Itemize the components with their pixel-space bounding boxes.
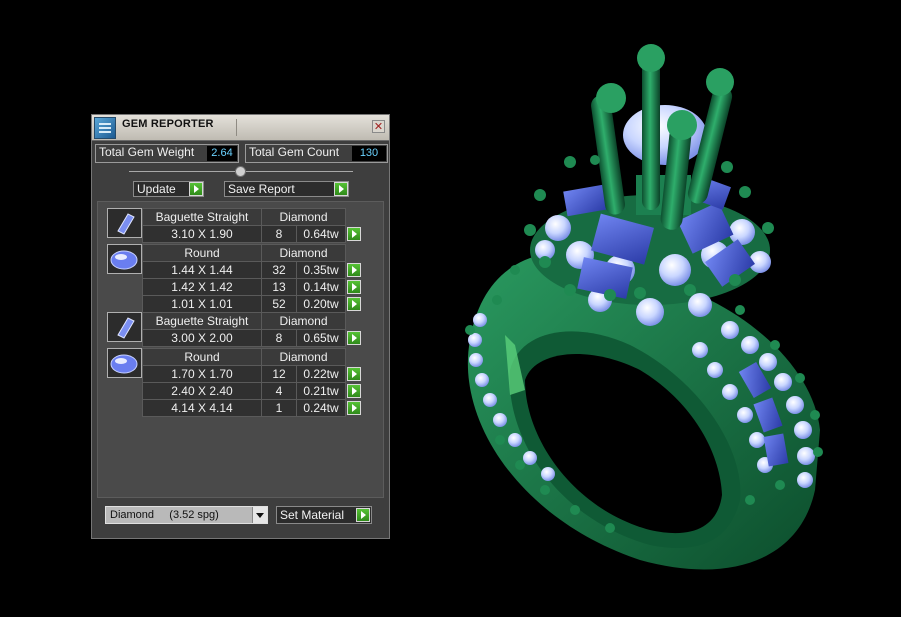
title-bar[interactable]: GEM REPORTER ✕	[92, 115, 389, 141]
gem-group-header: Round Diamond	[142, 348, 363, 366]
gem-count: 52	[261, 295, 297, 313]
gem-weight: 0.14tw	[296, 278, 346, 296]
gem-row[interactable]: 4.14 X 4.14 1 0.24tw	[142, 399, 363, 417]
total-count-value: 130	[352, 146, 386, 161]
play-arrow-icon	[334, 182, 348, 196]
gem-weight: 0.24tw	[296, 399, 346, 417]
gem-row[interactable]: 2.40 X 2.40 4 0.21tw	[142, 382, 363, 400]
gem-count: 12	[261, 365, 297, 383]
set-material-label: Set Material	[280, 508, 345, 522]
gem-group-header: Baguette Straight Diamond	[142, 312, 363, 330]
play-arrow-icon[interactable]	[347, 367, 361, 382]
update-button[interactable]: Update	[133, 181, 204, 197]
ring-model	[465, 44, 823, 570]
chevron-down-icon[interactable]	[252, 507, 267, 523]
gem-weight: 0.22tw	[296, 365, 346, 383]
gem-weight: 0.64tw	[296, 225, 346, 243]
save-report-button[interactable]: Save Report	[224, 181, 349, 197]
gem-material: Diamond	[261, 208, 346, 226]
gem-group-table: Round Diamond 1.70 X 1.70 12 0.22tw 2.40 X 2.…	[142, 348, 363, 417]
play-arrow-icon[interactable]	[347, 227, 362, 242]
gem-size: 1.70 X 1.70	[142, 365, 262, 383]
set-material-button[interactable]: Set Material	[276, 506, 372, 524]
play-arrow-icon[interactable]	[347, 401, 362, 416]
gem-weight: 0.20tw	[296, 295, 346, 313]
play-arrow-icon	[189, 182, 203, 196]
gem-row[interactable]: 1.42 X 1.42 13 0.14tw	[142, 278, 363, 296]
baguette-gem-icon[interactable]	[107, 312, 142, 342]
play-arrow-icon[interactable]	[347, 263, 361, 278]
gem-size: 4.14 X 4.14	[142, 399, 262, 417]
gem-shape: Round	[142, 348, 262, 366]
gem-group-table: Baguette Straight Diamond 3.10 X 1.90 8 0.64…	[142, 208, 363, 243]
update-label: Update	[137, 182, 176, 196]
gem-row[interactable]: 3.10 X 1.90 8 0.64tw	[142, 225, 363, 243]
title-separator	[236, 119, 237, 136]
gem-group-table: Baguette Straight Diamond 3.00 X 2.00 8 0.65…	[142, 312, 363, 347]
close-icon[interactable]: ✕	[372, 120, 385, 133]
total-weight-label: Total Gem Weight	[99, 145, 195, 159]
gem-size: 1.01 X 1.01	[142, 295, 262, 313]
play-arrow-icon[interactable]	[347, 331, 362, 346]
gem-size: 1.42 X 1.42	[142, 278, 262, 296]
save-report-label: Save Report	[228, 182, 295, 196]
gem-group-header: Round Diamond	[142, 244, 363, 262]
gem-shape: Baguette Straight	[142, 312, 262, 330]
total-weight-value: 2.64	[207, 146, 237, 161]
gem-count: 8	[261, 225, 297, 243]
play-arrow-icon[interactable]	[347, 280, 361, 295]
gem-list[interactable]: Baguette Straight Diamond 3.10 X 1.90 8 0.64…	[97, 201, 384, 498]
gem-shape: Round	[142, 244, 262, 262]
gem-row[interactable]: 1.01 X 1.01 52 0.20tw	[142, 295, 363, 313]
gem-material: Diamond	[261, 312, 346, 330]
gem-weight: 0.65tw	[296, 329, 346, 347]
gem-count: 32	[261, 261, 297, 279]
play-arrow-icon	[356, 508, 370, 522]
gem-size: 2.40 X 2.40	[142, 382, 262, 400]
gem-reporter-panel: GEM REPORTER ✕ Total Gem Weight 2.64 Tot…	[91, 114, 390, 539]
total-count-label: Total Gem Count	[249, 145, 340, 159]
gem-row[interactable]: 1.44 X 1.44 32 0.35tw	[142, 261, 363, 279]
gem-row[interactable]: 1.70 X 1.70 12 0.22tw	[142, 365, 363, 383]
gem-size: 3.00 X 2.00	[142, 329, 262, 347]
gem-material: Diamond	[261, 244, 346, 262]
gem-weight: 0.35tw	[296, 261, 346, 279]
gem-shape: Baguette Straight	[142, 208, 262, 226]
play-arrow-icon[interactable]	[347, 384, 361, 399]
gem-weight: 0.21tw	[296, 382, 346, 400]
gem-report-icon	[94, 117, 116, 139]
splitter-handle[interactable]	[235, 166, 246, 177]
round-gem-icon[interactable]	[107, 244, 142, 274]
round-gem-icon[interactable]	[107, 348, 142, 378]
gem-row[interactable]: 3.00 X 2.00 8 0.65tw	[142, 329, 363, 347]
material-select[interactable]: Diamond (3.52 spg)	[105, 506, 268, 524]
gem-count: 8	[261, 329, 297, 347]
gem-size: 1.44 X 1.44	[142, 261, 262, 279]
gem-count: 1	[261, 399, 297, 417]
panel-title: GEM REPORTER	[122, 118, 214, 130]
play-arrow-icon[interactable]	[347, 297, 362, 312]
material-select-value: Diamond (3.52 spg)	[110, 509, 219, 521]
gem-material: Diamond	[261, 348, 346, 366]
gem-size: 3.10 X 1.90	[142, 225, 262, 243]
gem-group-header: Baguette Straight Diamond	[142, 208, 363, 226]
baguette-gem-icon[interactable]	[107, 208, 142, 238]
gem-count: 4	[261, 382, 297, 400]
gem-group-table: Round Diamond 1.44 X 1.44 32 0.35tw 1.42 X 1.…	[142, 244, 363, 313]
gem-count: 13	[261, 278, 297, 296]
